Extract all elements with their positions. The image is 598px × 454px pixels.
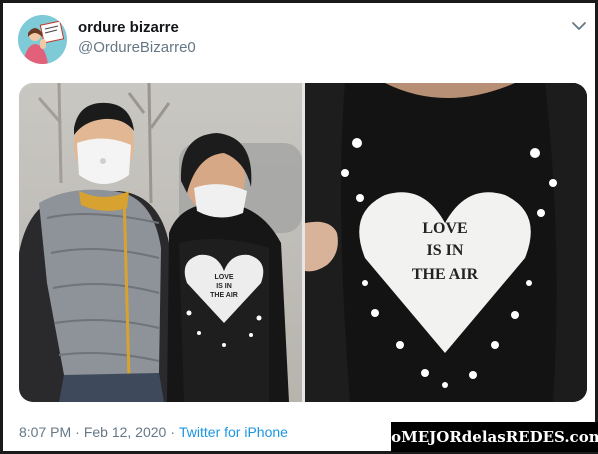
shirt-text-line: THE AIR — [412, 266, 479, 283]
photo-shirt-closeup[interactable]: LOVE IS IN THE AIR — [305, 83, 587, 402]
tweet-media[interactable]: LOVE IS IN THE AIR LOVE IS IN THE AIR — [19, 83, 587, 402]
tweet-time[interactable]: 8:07 PM — [19, 424, 71, 440]
display-name[interactable]: ordure bizarre — [78, 19, 179, 36]
tweet-source-link[interactable]: Twitter for iPhone — [179, 424, 288, 440]
photo-couple[interactable]: LOVE IS IN THE AIR — [19, 83, 302, 402]
watermark: loMEJORdelasREDES.com — [385, 422, 598, 452]
photo-shirt-closeup-image: LOVE IS IN THE AIR — [305, 83, 587, 402]
shirt-text-line: IS IN — [216, 283, 232, 290]
shirt-text-line: LOVE — [214, 274, 233, 281]
meta-separator: · — [170, 424, 175, 440]
photo-couple-image: LOVE IS IN THE AIR — [19, 83, 302, 402]
chevron-down-icon[interactable] — [569, 17, 589, 35]
user-handle[interactable]: @OrdureBizarre0 — [78, 39, 196, 56]
shirt-text-line: IS IN — [427, 242, 464, 259]
shirt-text-line: THE AIR — [210, 292, 238, 299]
meta-separator: · — [75, 424, 80, 440]
avatar[interactable] — [18, 15, 67, 64]
tweet-card: ordure bizarre @OrdureBizarre0 LOVE IS I… — [0, 0, 598, 454]
shirt-text-line: LOVE — [422, 220, 467, 237]
tweet-meta: 8:07 PM · Feb 12, 2020 · Twitter for iPh… — [19, 424, 288, 440]
avatar-illustration — [18, 15, 67, 64]
tweet-date[interactable]: Feb 12, 2020 — [84, 424, 167, 440]
